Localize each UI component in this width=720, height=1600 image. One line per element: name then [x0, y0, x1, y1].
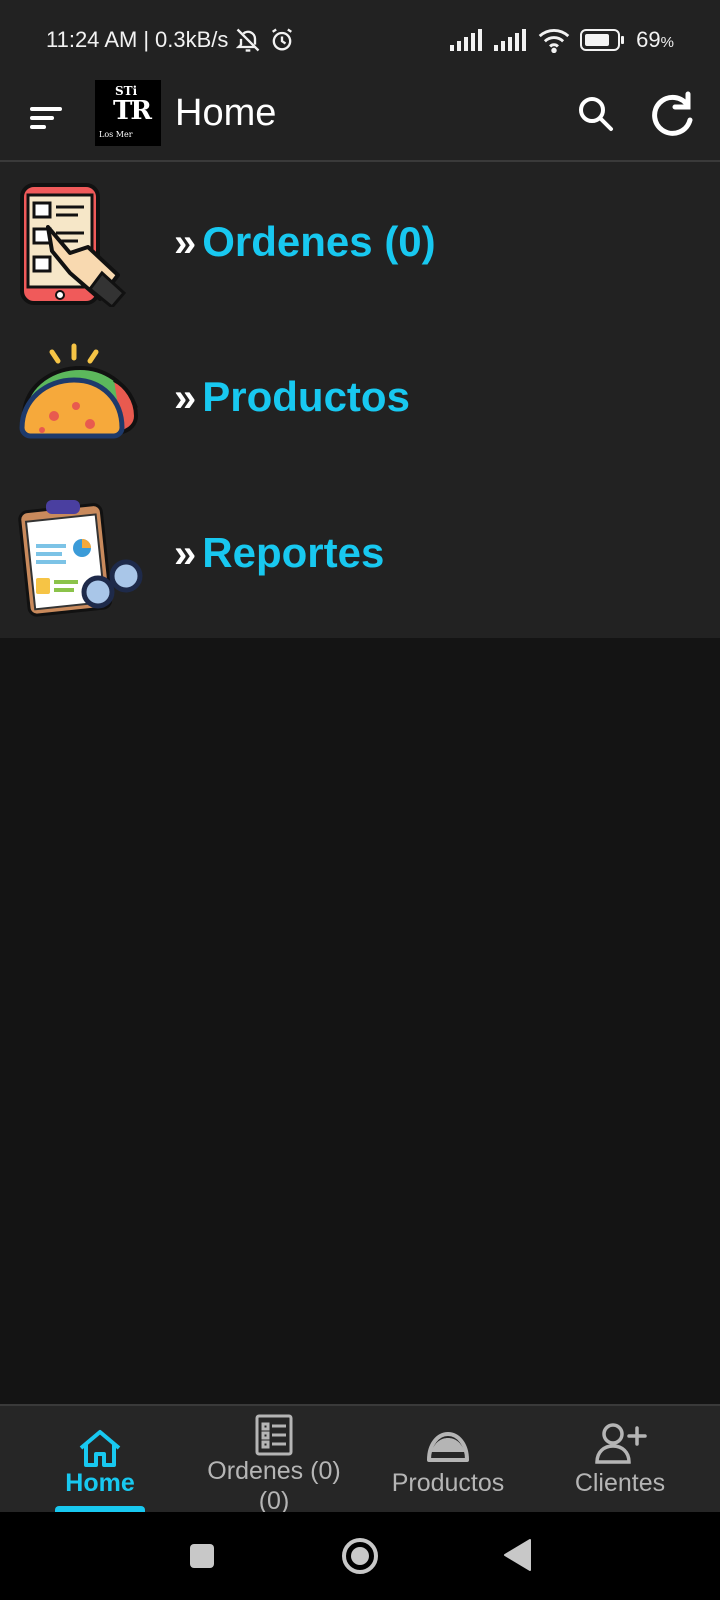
signal-icon-2	[494, 29, 528, 51]
system-navigation-bar	[0, 1512, 720, 1600]
nav-home-label: Home	[65, 1469, 135, 1497]
page-title: Home	[175, 92, 277, 134]
battery-percent: 69%	[636, 27, 674, 52]
chevron-right-icon: »	[174, 221, 197, 265]
bottom-navigation: Home Ordenes (0) (0) Productos Clientes	[0, 1404, 720, 1515]
status-speed: 0.3kB/s	[155, 27, 229, 52]
search-icon	[579, 97, 613, 131]
status-right: 69%	[450, 27, 674, 53]
status-left: 11:24 AM | 0.3kB/s	[46, 26, 296, 54]
home-icon	[77, 1428, 123, 1473]
wifi-icon	[538, 27, 570, 53]
signal-icon	[450, 29, 484, 51]
report-clipboard-icon	[14, 488, 144, 618]
nav-ordenes-label-line1: Ordenes (0)	[207, 1457, 341, 1485]
nav-clientes-label: Clientes	[574, 1469, 666, 1497]
circle-icon	[342, 1538, 378, 1574]
status-bar: 11:24 AM | 0.3kB/s 69%	[0, 0, 720, 80]
list-icon	[255, 1414, 293, 1461]
square-icon	[190, 1544, 214, 1568]
chevron-right-icon: »	[174, 532, 197, 576]
chevron-right-icon: »	[174, 376, 197, 420]
menu-item-productos[interactable]: » Productos	[0, 322, 720, 472]
menu-item-label: » Ordenes (0)	[174, 218, 436, 265]
refresh-icon	[652, 91, 693, 136]
nav-productos-label: Productos	[391, 1469, 505, 1497]
recent-apps-button[interactable]	[188, 1542, 216, 1575]
menu-icon	[30, 107, 62, 129]
home-system-button[interactable]	[340, 1536, 380, 1581]
battery-icon	[580, 28, 626, 52]
order-tap-icon	[14, 177, 144, 310]
add-user-icon	[593, 1420, 647, 1471]
menu-item-label: » Productos	[174, 373, 410, 420]
app-bar: STi TR Los Mer Home	[0, 80, 720, 162]
refresh-button[interactable]	[646, 88, 698, 140]
back-triangle-icon	[504, 1539, 531, 1571]
taco-icon	[14, 332, 144, 462]
app-logo: STi TR Los Mer	[95, 80, 161, 146]
alarm-icon	[268, 26, 296, 54]
back-button[interactable]	[502, 1538, 532, 1577]
nav-productos[interactable]: Productos	[370, 1406, 526, 1512]
search-button[interactable]	[574, 92, 618, 136]
menu-button[interactable]	[28, 98, 68, 138]
status-time: 11:24 AM	[46, 27, 138, 52]
menu-item-label: » Reportes	[174, 529, 385, 576]
home-menu: » Ordenes (0) » Productos » Reportes	[0, 162, 720, 638]
taco-outline-icon	[425, 1428, 471, 1469]
nav-clientes[interactable]: Clientes	[540, 1406, 700, 1512]
status-separator: |	[143, 27, 150, 52]
nav-ordenes[interactable]: Ordenes (0) (0)	[190, 1406, 358, 1515]
menu-item-ordenes[interactable]: » Ordenes (0)	[0, 167, 720, 317]
menu-item-reportes[interactable]: » Reportes	[0, 478, 720, 628]
bell-off-icon	[234, 26, 262, 54]
nav-home[interactable]: Home	[20, 1406, 180, 1512]
